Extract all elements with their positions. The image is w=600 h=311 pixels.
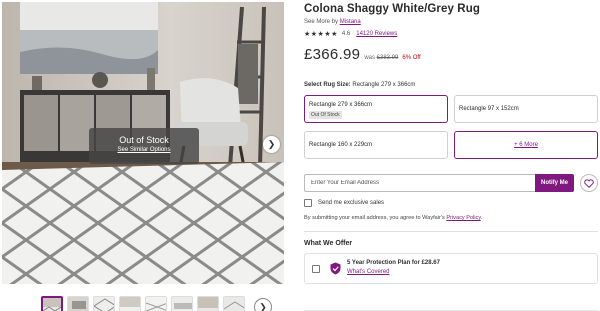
thumbnail-4[interactable] [119,296,141,311]
favorite-button[interactable] [580,174,598,192]
rating-row: ★★★★★ 4.6 14120 Reviews [304,30,598,38]
shield-icon [330,262,341,275]
out-of-stock-badge: Out Of Stock [309,111,342,119]
exclusive-sales-row: Send me exclusive sales [304,199,598,207]
thumbnail-image [146,297,166,311]
brand-link[interactable]: Mistana [340,19,361,25]
chevron-right-icon: ❯ [259,301,267,311]
email-field-group: Notify Me [304,174,574,192]
exclusive-sales-checkbox[interactable] [304,199,312,207]
whats-covered-link[interactable]: What's Covered [347,269,440,275]
protection-plan-text: 5 Year Protection Plan for £28.67 What's… [347,260,440,275]
thumbnail-image [94,297,114,311]
see-more-by: See More by Mistana [304,19,598,25]
size-option-label: Rectangle 279 x 366cm [309,102,373,108]
thumbnail-3[interactable] [93,296,115,311]
size-option-97x152[interactable]: Rectangle 97 x 152cm [454,95,598,123]
size-label-value: Rectangle 279 x 366cm [352,82,416,88]
size-option-label: Rectangle 160 x 229cm [309,142,373,148]
thumbnail-image [68,297,88,311]
offers-title: What We Offer [304,240,353,247]
thumbnail-image [43,298,61,311]
thumbnail-8[interactable] [223,296,245,311]
notify-form: Notify Me [304,174,598,192]
thumbnail-2[interactable] [67,296,89,311]
heart-icon [584,178,594,188]
price-row: £366.99 was £383.99 6% Off [304,46,598,63]
reviews-link[interactable]: 14120 Reviews [356,31,397,37]
thumbnails-next-button[interactable]: ❯ [254,298,272,311]
out-of-stock-label: Out of Stock [119,135,169,145]
thumbnail-image [224,297,244,311]
chevron-right-icon: ❯ [267,139,276,149]
legal-end: . [480,215,483,221]
product-details: Colona Shaggy White/Grey Rug See More by… [304,0,598,311]
legal-text: By submitting your email address, you ag… [304,215,598,221]
privacy-policy-link[interactable]: Privacy Policy [446,215,480,221]
thumbnail-image [198,297,218,311]
out-of-stock-overlay: Out of Stock See Similar Options [89,128,199,164]
section-divider [304,231,598,232]
thumbnail-image [120,297,140,311]
star-rating-icon: ★★★★★ [304,31,338,38]
rating-value: 4.6 [341,31,351,37]
thumbnail-image [172,297,192,311]
product-image[interactable]: Out of Stock See Similar Options ❯ [2,2,284,284]
discount-badge: 6% Off [402,55,421,61]
protection-plan-checkbox[interactable] [312,265,320,273]
thumbnail-1[interactable] [41,296,63,311]
size-option-160x229[interactable]: Rectangle 160 x 229cm [304,131,448,159]
size-label-title: Select Rug Size: [304,82,351,88]
notify-me-button[interactable]: Notify Me [535,174,574,192]
protection-plan-label: 5 Year Protection Plan for £28.67 [347,260,440,266]
original-price: £383.99 [376,55,399,61]
size-options: Rectangle 279 x 366cm Out Of Stock Recta… [304,95,598,160]
exclusive-sales-label: Send me exclusive sales [318,200,385,206]
current-price: £366.99 [304,46,361,63]
was-prefix: was [364,55,375,61]
was-price: was £383.99 [364,55,398,61]
thumbnail-strip [41,296,245,311]
size-option-279x366[interactable]: Rectangle 279 x 366cm Out Of Stock [304,95,448,123]
more-sizes-button[interactable]: + 6 More [454,131,598,159]
thumbnail-7[interactable] [197,296,219,311]
see-similar-options-link[interactable]: See Similar Options [89,147,199,153]
email-input[interactable] [304,174,535,192]
size-select-label: Select Rug Size: Rectangle 279 x 366cm [304,82,598,88]
see-more-prefix: See More by [304,19,339,25]
thumbnail-6[interactable] [171,296,193,311]
size-option-label: Rectangle 97 x 152cm [459,106,519,112]
legal-copy: By submitting your email address, you ag… [304,215,445,221]
protection-plan-box: 5 Year Protection Plan for £28.67 What's… [304,253,598,284]
product-title: Colona Shaggy White/Grey Rug [304,3,480,15]
image-next-button[interactable]: ❯ [263,136,280,153]
thumbnail-5[interactable] [145,296,167,311]
